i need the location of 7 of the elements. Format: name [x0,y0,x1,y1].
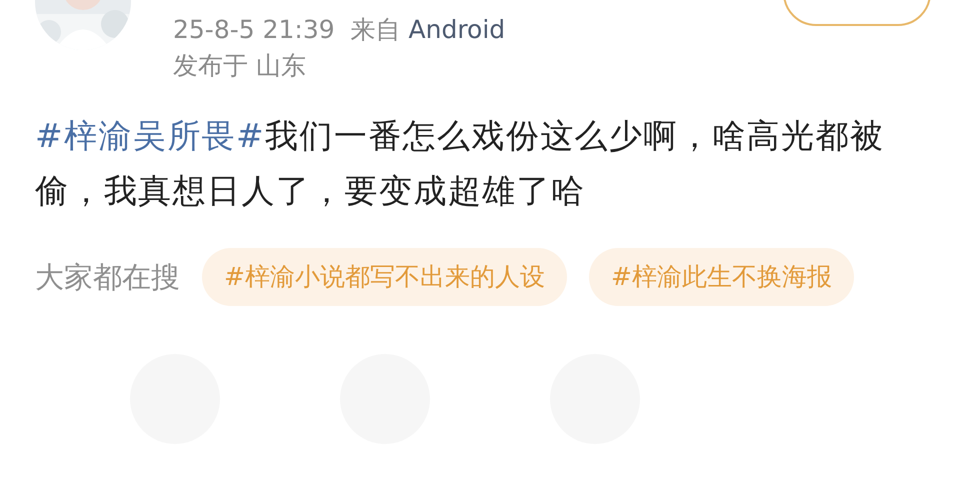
post-text: #梓渝吴所畏#我们一番怎么戏份这么少啊，啥高光都被偷，我真想日人了，要变成超雄了哈 [34,115,886,212]
trending-tag[interactable]: #梓渝此生不换海报 [588,248,854,306]
topic-link[interactable]: #梓渝吴所畏# [35,116,266,155]
trending-label: 大家都在搜 [35,259,180,296]
post-location: 发布于 山东 [173,50,307,82]
trending-tag[interactable]: #梓渝小说都写不出来的人设 [202,248,567,306]
post-time-source: 25-8-5 21:39 来自 Android [173,14,506,46]
